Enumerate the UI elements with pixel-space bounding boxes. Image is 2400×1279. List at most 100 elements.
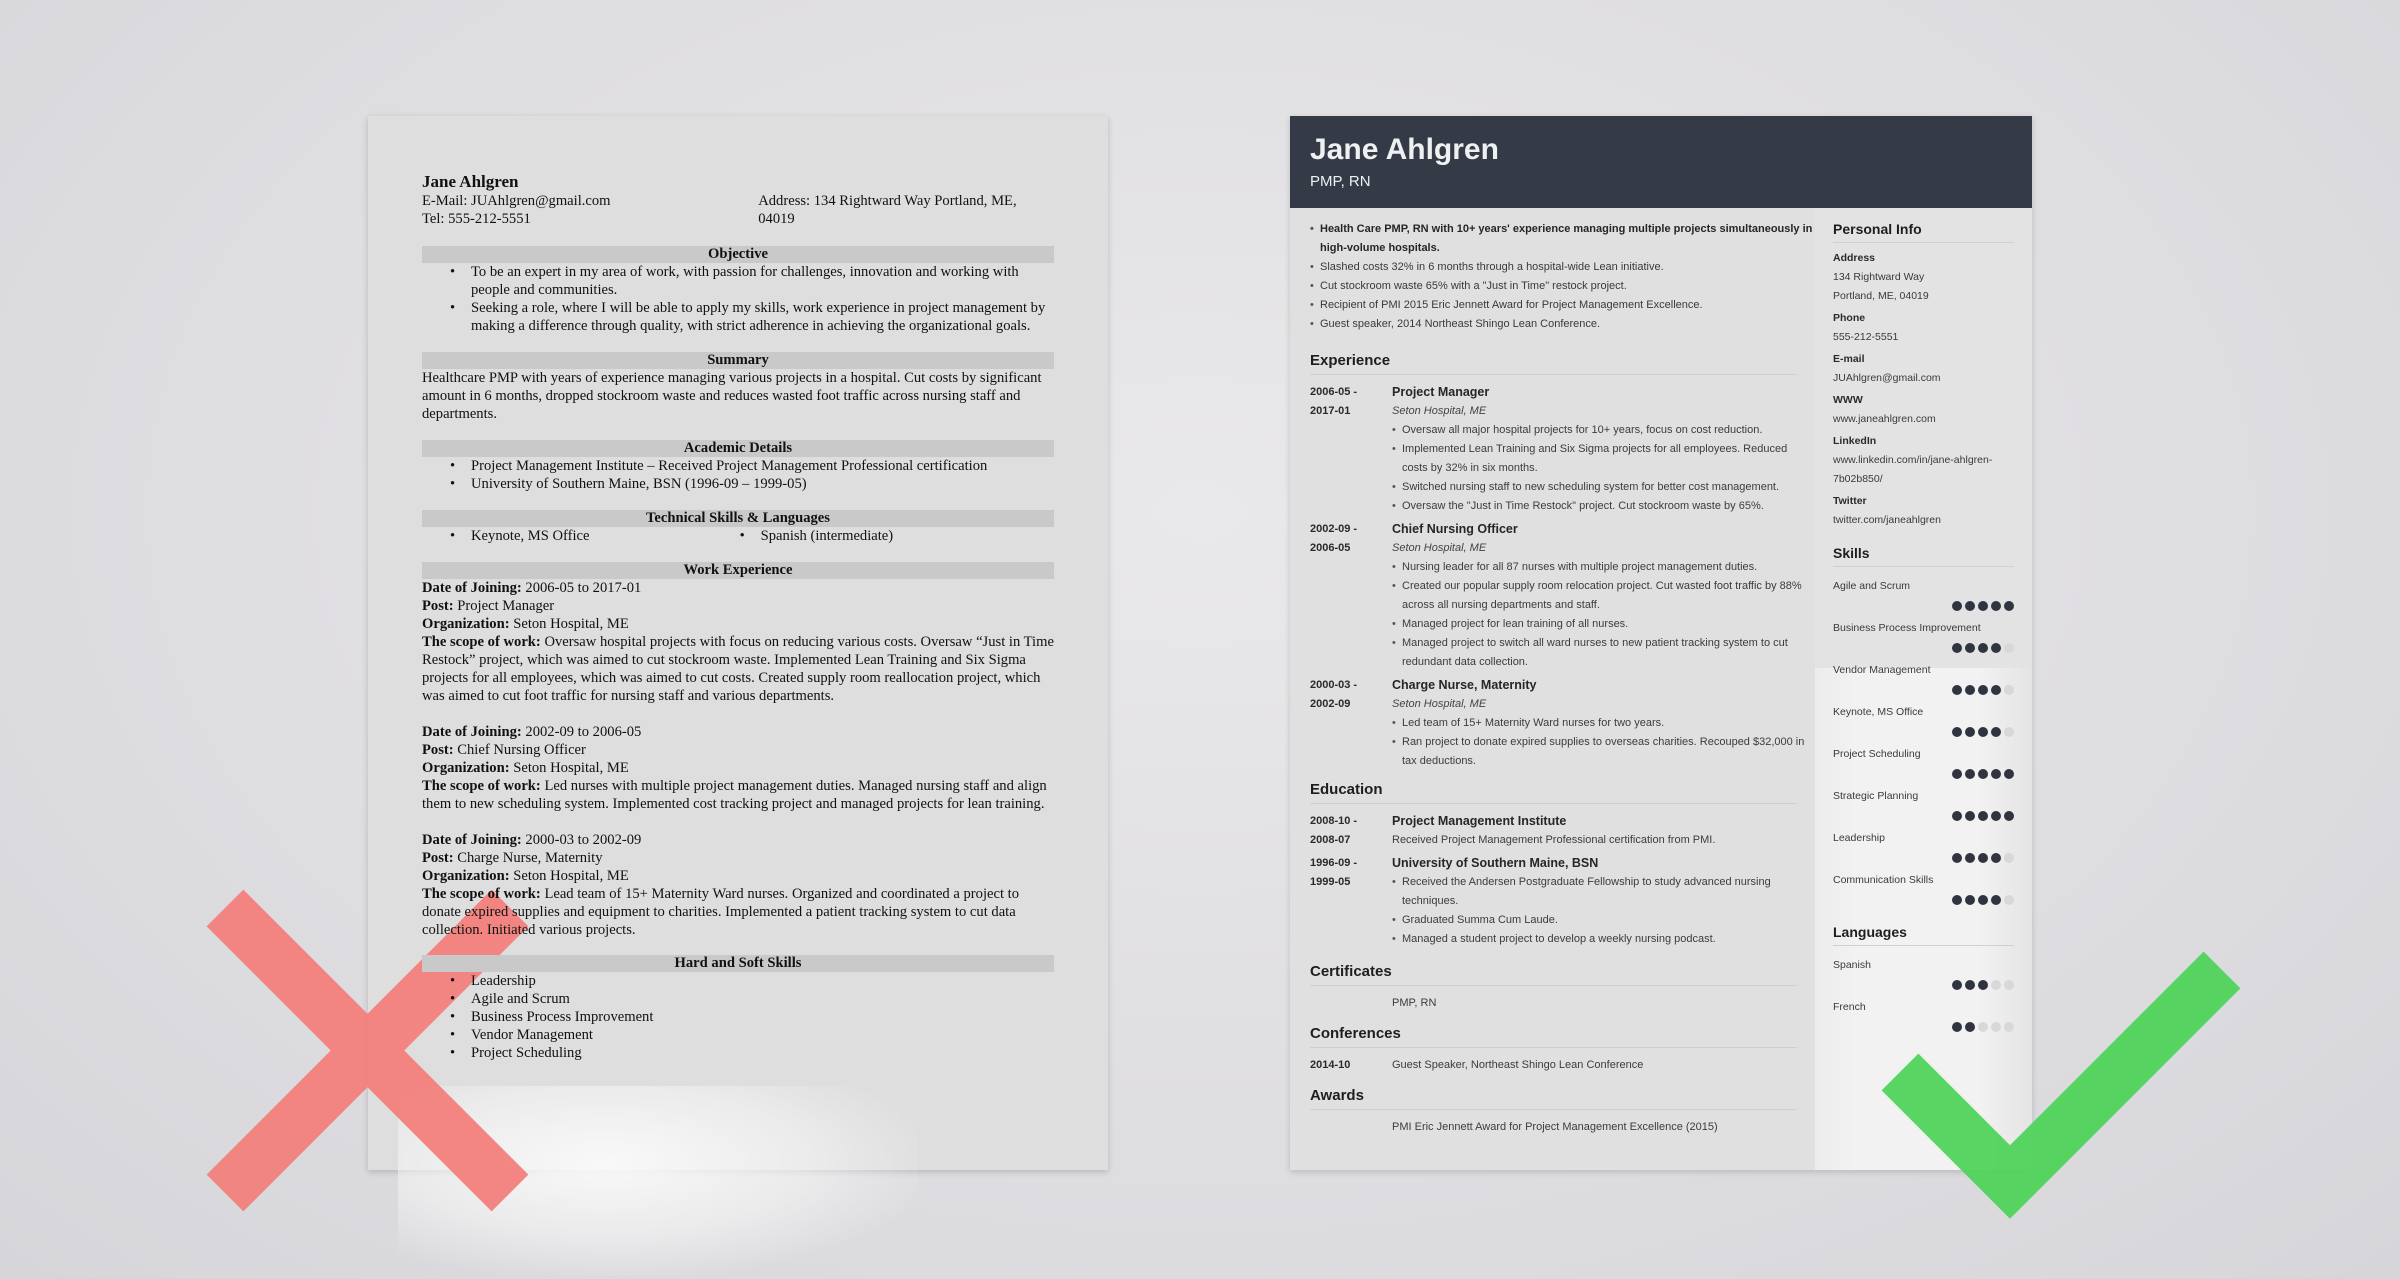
label: Organization: (422, 868, 510, 884)
rating-dot-filled (1952, 810, 1962, 821)
list-item: Guest speaker, 2014 Northeast Shingo Lea… (1310, 315, 1813, 334)
job-org: Seton Hospital, ME (513, 868, 629, 884)
rating-dots (1833, 764, 2014, 783)
personal-info-item: Address 134 Rightward Way Portland, ME, 04… (1833, 249, 2014, 306)
rating-dot-filled (1978, 600, 1988, 611)
technical-list: Keynote, MS Office Spanish (intermediate… (422, 527, 1054, 545)
list-item: Recipient of PMI 2015 Eric Jennett Award… (1310, 296, 1813, 315)
date-from: 1996-09 - (1310, 857, 1358, 869)
skill-name: Leadership (1833, 832, 1885, 844)
education-desc: Received Project Management Professional… (1392, 834, 1716, 846)
rating-dots (1833, 596, 2014, 615)
rating-dots (1833, 848, 2014, 867)
skill-name: Agile and Scrum (1833, 580, 1911, 592)
rating-dot-filled (2004, 600, 2014, 611)
experience-entry: 2002-09 - 2006-05 Chief Nursing Officer Set… (1310, 520, 1813, 672)
highlight-glow (398, 1086, 918, 1276)
list-item: Seeking a role, where I will be able to … (450, 299, 1054, 335)
skill-name: Strategic Planning (1833, 790, 1919, 802)
language-name: Spanish (1833, 959, 1871, 971)
work-entry: Date of Joining: 2006-05 to 2017-01 Post… (422, 579, 1054, 705)
education-entry: 1996-09 - 1999-05 University of Southern … (1310, 854, 1813, 949)
label: Date of Joining: (422, 724, 522, 740)
info-label: Twitter (1833, 495, 1867, 507)
good-resume-example: Jane Ahlgren PMP, RN Health Care PMP, RN… (1290, 116, 2032, 1170)
rating-dot-filled (1978, 979, 1988, 990)
rating-dot-filled (1952, 726, 1962, 737)
list-item: Keynote, MS Office (450, 527, 740, 545)
work-entry: Date of Joining: 2000-03 to 2002-09 Post… (422, 831, 1054, 939)
rating-dot-filled (1978, 894, 1988, 905)
entry-date: 2014-10 (1310, 1059, 1351, 1071)
personal-info-list: Address 134 Rightward Way Portland, ME, 04… (1833, 249, 2014, 530)
label: The scope of work: (422, 778, 541, 794)
list-item: Managed project to switch all ward nurse… (1392, 634, 1813, 672)
info-label: LinkedIn (1833, 435, 1877, 447)
rating-dots (1833, 638, 2014, 657)
rating-dot-filled (1991, 684, 2001, 695)
section-heading-technical: Technical Skills & Languages (422, 510, 1054, 527)
date-from: 2002-09 - (1310, 523, 1358, 535)
list-item: Slashed costs 32% in 6 months through a … (1310, 258, 1813, 277)
rating-dot-filled (1978, 852, 1988, 863)
skill-item: Vendor Management (1833, 657, 2014, 699)
resume-title: PMP, RN (1310, 173, 1371, 190)
entry-date (1310, 1118, 1392, 1137)
rating-dot-filled (1991, 894, 2001, 905)
rating-dots (1833, 722, 2014, 741)
label: Date of Joining: (422, 832, 522, 848)
date-to: 2006-05 (1310, 542, 1351, 554)
rating-dot-empty (2004, 852, 2014, 863)
rating-dot-filled (1965, 600, 1975, 611)
rating-dot-filled (1952, 768, 1962, 779)
list-item: Graduated Summa Cum Laude. (1392, 911, 1813, 930)
award-entry: PMI Eric Jennett Award for Project Manag… (1310, 1118, 1813, 1137)
skill-name: Communication Skills (1833, 874, 1934, 886)
employer: Seton Hospital, ME (1392, 542, 1487, 554)
info-value: 134 Rightward Way (1833, 271, 1925, 283)
resume-header: Jane Ahlgren PMP, RN (1290, 116, 2032, 208)
date-to: 2017-01 (1310, 405, 1351, 417)
rating-dot-empty (2004, 979, 2014, 990)
job-title: Chief Nursing Officer (1392, 522, 1518, 536)
list-item: Nursing leader for all 87 nurses with mu… (1392, 558, 1813, 577)
rating-dot-filled (1978, 810, 1988, 821)
section-heading-personal-info: Personal Info (1833, 220, 2014, 243)
skills-list: Agile and Scrum Business Process Improvem… (1833, 573, 2014, 909)
certificate-text: PMP, RN (1392, 997, 1437, 1009)
experience-entry: 2006-05 - 2017-01 Project Manager Seton Hos… (1310, 383, 1813, 516)
personal-info-item: WWW www.janeahlgren.com (1833, 391, 2014, 429)
personal-info-item: E-mail JUAhlgren@gmail.com (1833, 350, 2014, 388)
personal-info-item: Phone 555-212-5551 (1833, 309, 2014, 347)
list-item: Cut stockroom waste 65% with a "Just in … (1310, 277, 1813, 296)
rating-dot-empty (2004, 726, 2014, 737)
info-value: 555-212-5551 (1833, 331, 1899, 343)
rating-dot-filled (1952, 894, 1962, 905)
job-post: Charge Nurse, Maternity (457, 850, 603, 866)
section-heading-experience: Experience (1310, 352, 1797, 375)
list-item: Managed a student project to develop a w… (1392, 930, 1813, 949)
date-from: 2006-05 - (1310, 386, 1358, 398)
job-title: Charge Nurse, Maternity (1392, 678, 1537, 692)
conference-text: Guest Speaker, Northeast Shingo Lean Con… (1392, 1059, 1644, 1071)
date-from: 2008-10 - (1310, 815, 1358, 827)
list-item: Managed project for lean training of all… (1392, 615, 1813, 634)
bad-resume-email: E-Mail: JUAhlgren@gmail.com (422, 193, 611, 209)
rating-dot-filled (1965, 768, 1975, 779)
rating-dot-filled (1965, 852, 1975, 863)
summary-text: Healthcare PMP with years of experience … (422, 370, 1042, 422)
list-item: Project Management Institute – Received … (450, 457, 1054, 475)
info-label: Address (1833, 252, 1876, 264)
list-item: Ran project to donate expired supplies t… (1392, 733, 1813, 771)
info-value: JUAhlgren@gmail.com (1833, 372, 1941, 384)
rating-dots (1833, 1017, 2014, 1036)
label: Organization: (422, 760, 510, 776)
resume-name: Jane Ahlgren (1310, 133, 1499, 166)
rating-dot-empty (2004, 642, 2014, 653)
skill-item: Keynote, MS Office (1833, 699, 2014, 741)
rating-dots (1833, 975, 2014, 994)
list-item: Agile and Scrum (450, 990, 1054, 1008)
rating-dot-filled (1978, 726, 1988, 737)
label: The scope of work: (422, 886, 541, 902)
list-item: Vendor Management (450, 1026, 1054, 1044)
